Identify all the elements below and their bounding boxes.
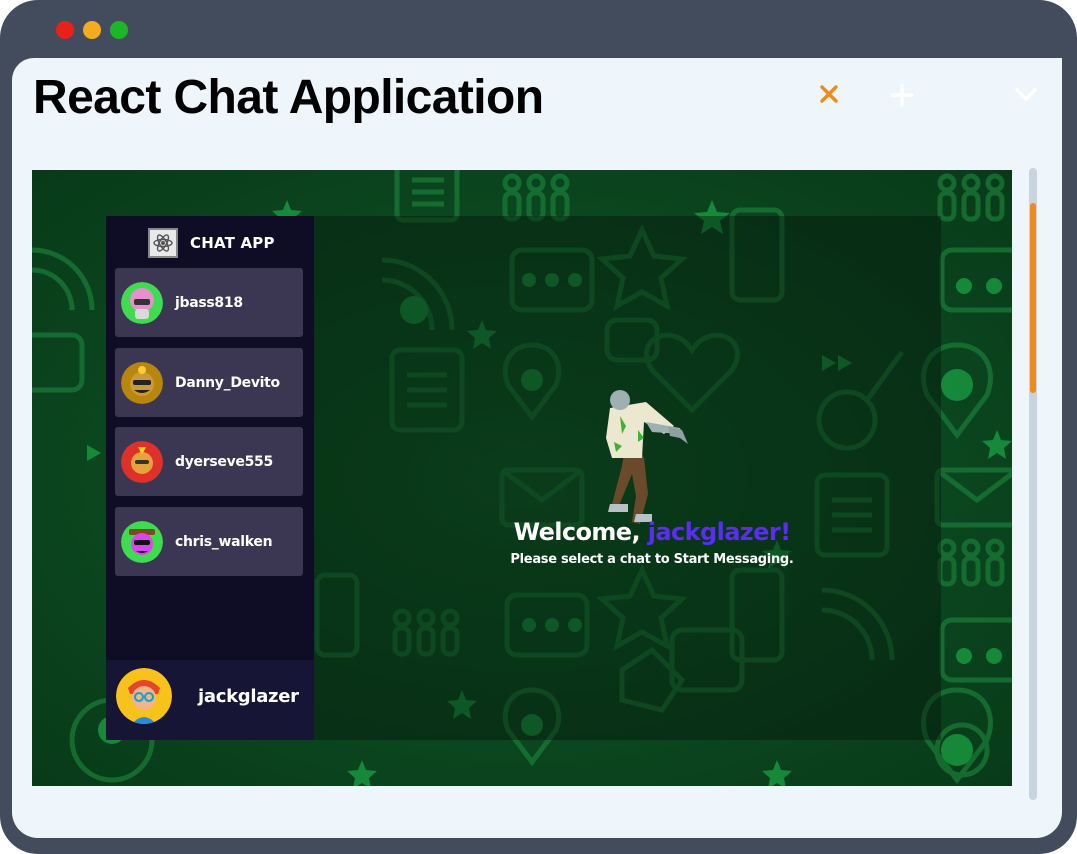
- react-logo-icon: [148, 228, 178, 258]
- zombie-illustration: [606, 390, 688, 524]
- avatar: [121, 281, 163, 324]
- welcome-username: jackglazer!: [647, 518, 791, 546]
- minimize-window-button[interactable]: [83, 21, 101, 39]
- avatar: [121, 361, 163, 404]
- app-brand-label: CHAT APP: [190, 234, 275, 252]
- contact-name: dyerseve555: [175, 453, 273, 470]
- welcome-prefix: Welcome,: [513, 518, 641, 546]
- contact-item[interactable]: jbass818: [115, 268, 303, 337]
- contact-item[interactable]: chris_walken: [115, 507, 303, 576]
- maximize-window-button[interactable]: [110, 21, 128, 39]
- scrollbar-thumb[interactable]: [1030, 203, 1036, 393]
- contact-name: chris_walken: [175, 533, 273, 550]
- avatar: [121, 520, 163, 563]
- contact-item[interactable]: dyerseve555: [115, 427, 303, 496]
- contact-name: Danny_Devito: [175, 374, 280, 391]
- avatar: [116, 668, 172, 724]
- current-user-bar[interactable]: jackglazer: [106, 660, 314, 740]
- chevron-down-icon[interactable]: [1010, 80, 1042, 110]
- window-controls: [56, 21, 128, 39]
- close-window-button[interactable]: [56, 21, 74, 39]
- contact-item[interactable]: Danny_Devito: [115, 348, 303, 417]
- welcome-subtitle: Please select a chat to Start Messaging.: [510, 552, 794, 567]
- avatar: [121, 440, 163, 483]
- current-user-name: jackglazer: [198, 686, 299, 707]
- chat-sidebar: CHAT APP jbass818 Danny_Devito dyerseve5…: [106, 216, 314, 740]
- contact-name: jbass818: [175, 294, 243, 311]
- app-brand: CHAT APP: [148, 228, 275, 258]
- tab-title[interactable]: React Chat Application: [33, 70, 544, 125]
- welcome-heading: Welcome, jackglazer!: [472, 518, 832, 546]
- close-icon[interactable]: [815, 80, 843, 108]
- plus-icon[interactable]: [886, 80, 918, 110]
- page-viewport: CHAT APP jbass818 Danny_Devito dyerseve5…: [32, 170, 1012, 786]
